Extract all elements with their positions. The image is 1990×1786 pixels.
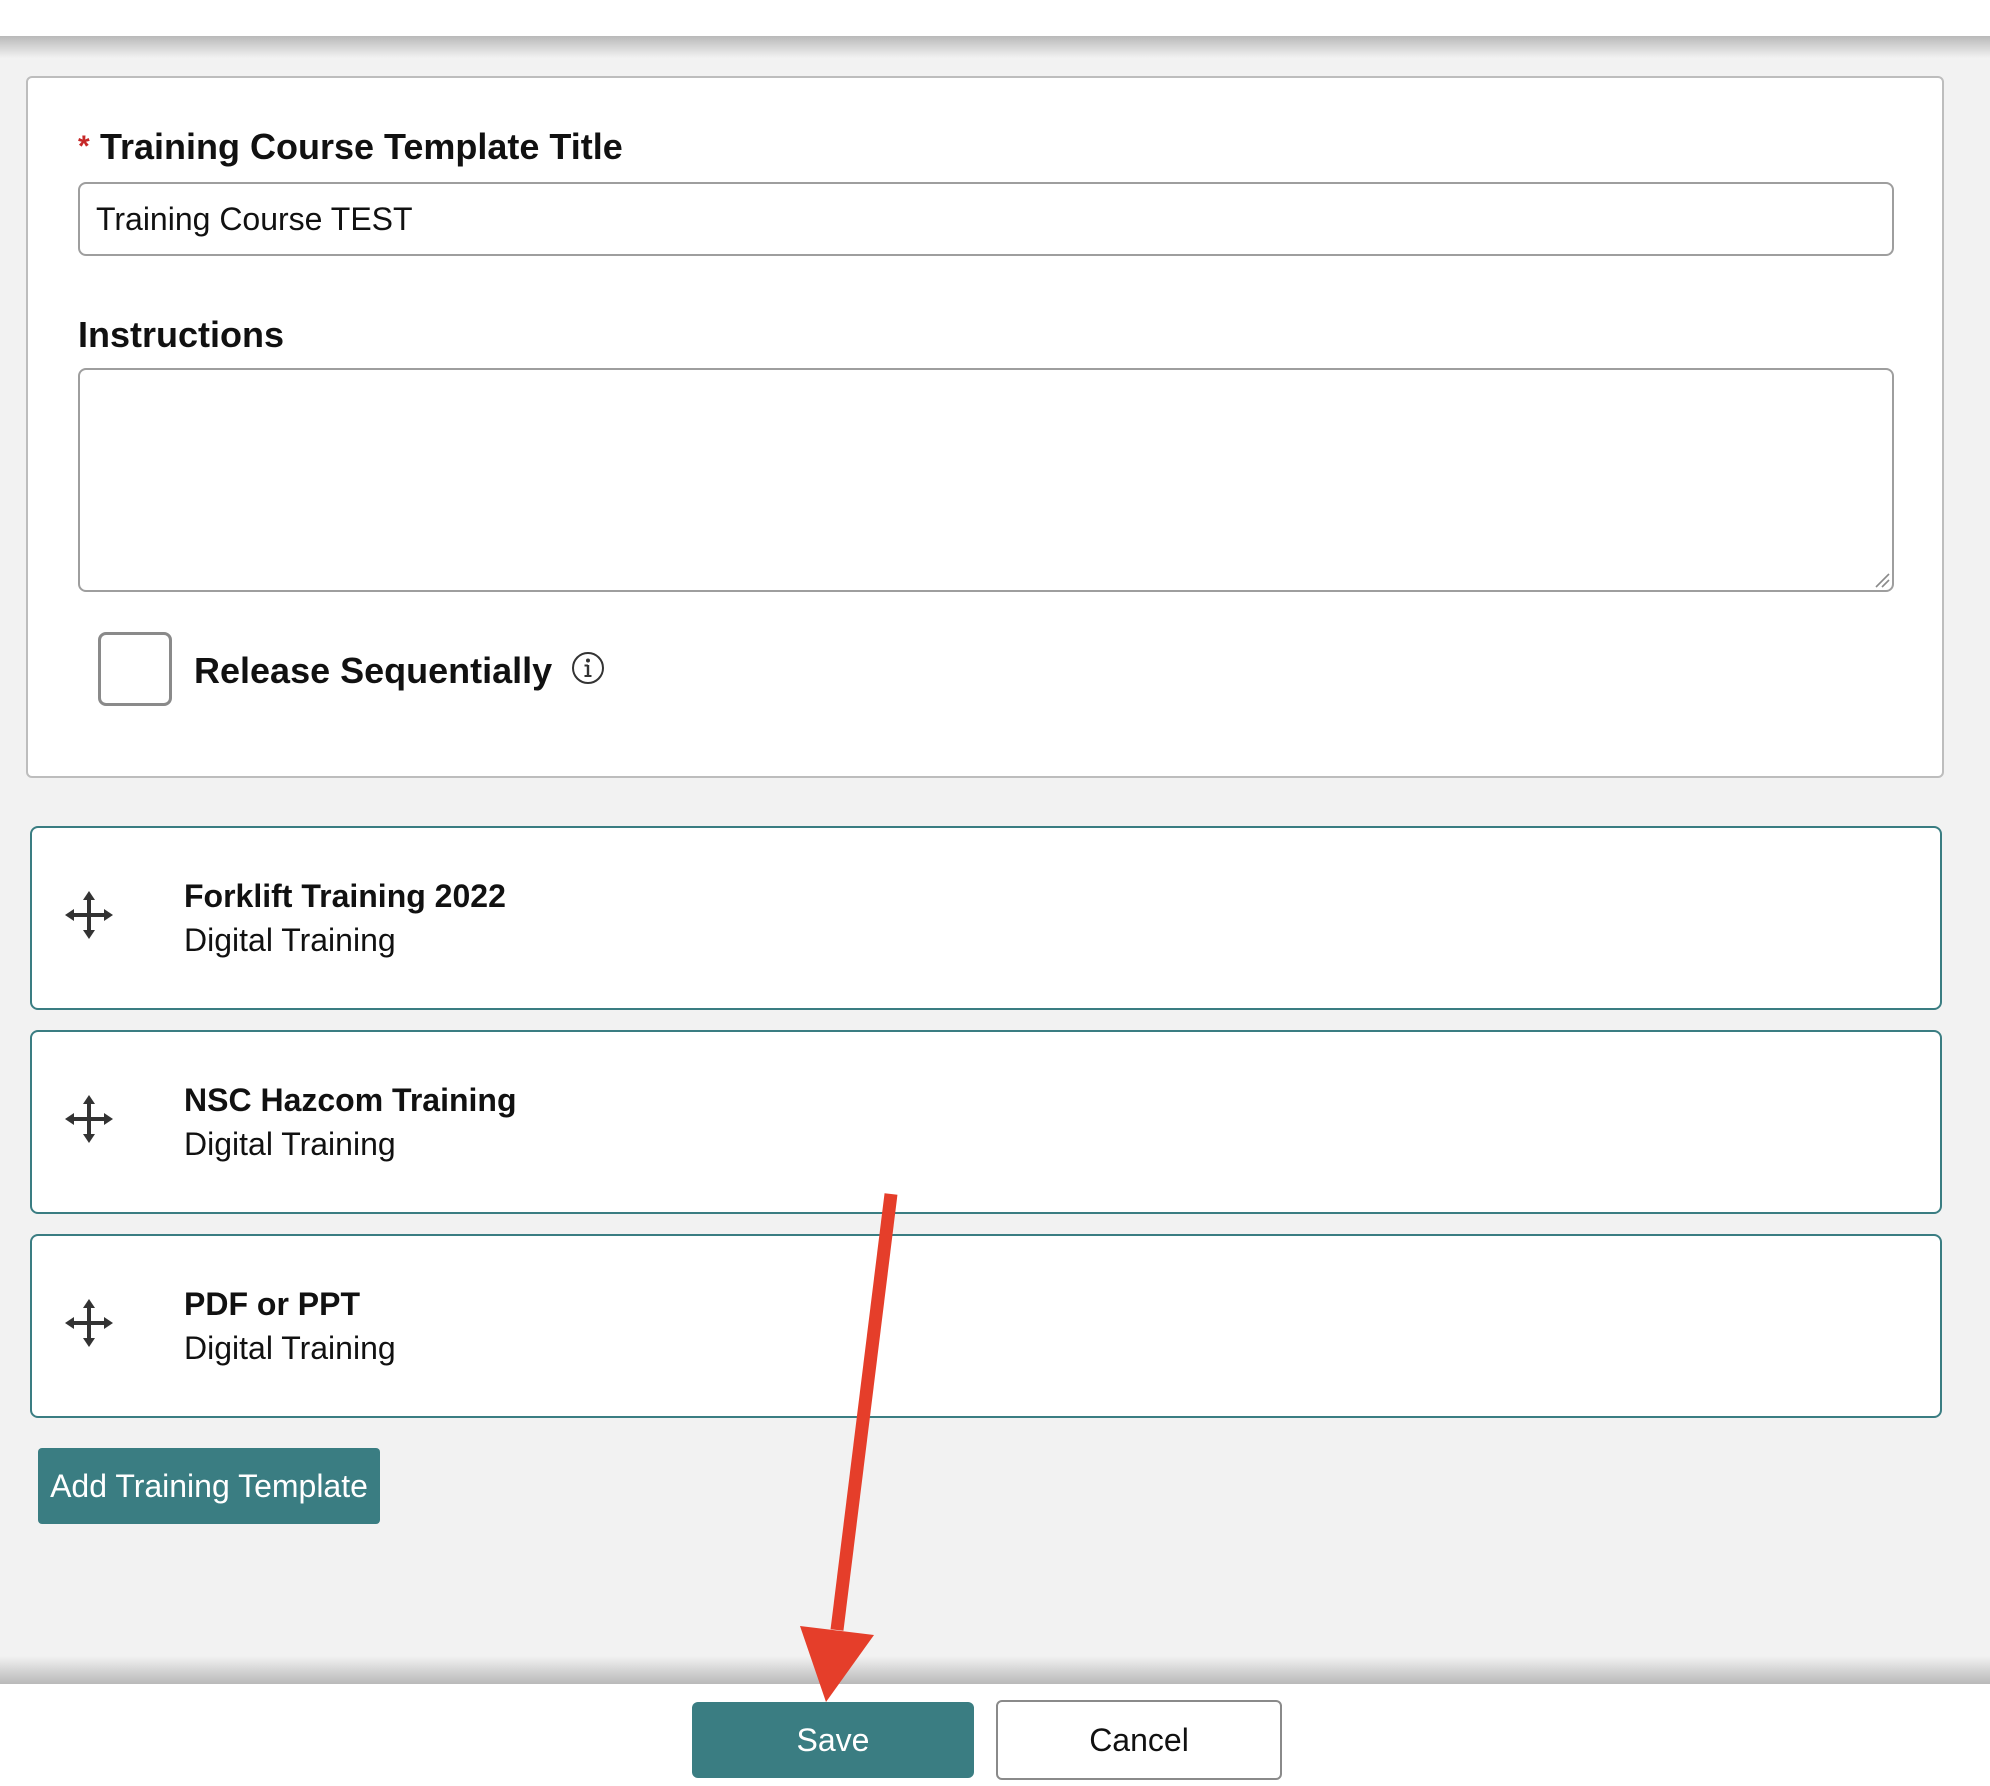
cancel-button[interactable]: Cancel: [996, 1700, 1282, 1780]
move-icon[interactable]: [64, 890, 114, 940]
course-item[interactable]: PDF or PPT Digital Training: [30, 1234, 1942, 1418]
title-label: Training Course Template Title: [100, 126, 623, 167]
course-type: Digital Training: [184, 922, 396, 958]
top-bar: [0, 0, 1990, 36]
resize-handle-icon[interactable]: [1874, 572, 1890, 588]
top-divider-shadow: [0, 36, 1990, 58]
required-marker: *: [78, 130, 90, 163]
course-title: Forklift Training 2022: [184, 878, 506, 914]
add-training-template-button[interactable]: Add Training Template: [38, 1448, 380, 1524]
course-item[interactable]: NSC Hazcom Training Digital Training: [30, 1030, 1942, 1214]
footer-divider-shadow: [0, 1656, 1990, 1684]
move-icon[interactable]: [64, 1094, 114, 1144]
instructions-textarea[interactable]: [78, 368, 1894, 592]
action-footer: [0, 1684, 1990, 1786]
course-item[interactable]: Forklift Training 2022 Digital Training: [30, 826, 1942, 1010]
course-title: NSC Hazcom Training: [184, 1082, 517, 1118]
save-button[interactable]: Save: [692, 1702, 974, 1778]
course-type: Digital Training: [184, 1330, 396, 1366]
release-sequentially-checkbox[interactable]: [98, 632, 172, 706]
course-title: PDF or PPT: [184, 1286, 361, 1322]
course-type: Digital Training: [184, 1126, 396, 1162]
title-input[interactable]: [78, 182, 1894, 256]
info-icon[interactable]: [571, 651, 605, 685]
move-icon[interactable]: [64, 1298, 114, 1348]
release-sequentially-label: Release Sequentially: [194, 650, 553, 691]
instructions-label: Instructions: [78, 314, 285, 355]
